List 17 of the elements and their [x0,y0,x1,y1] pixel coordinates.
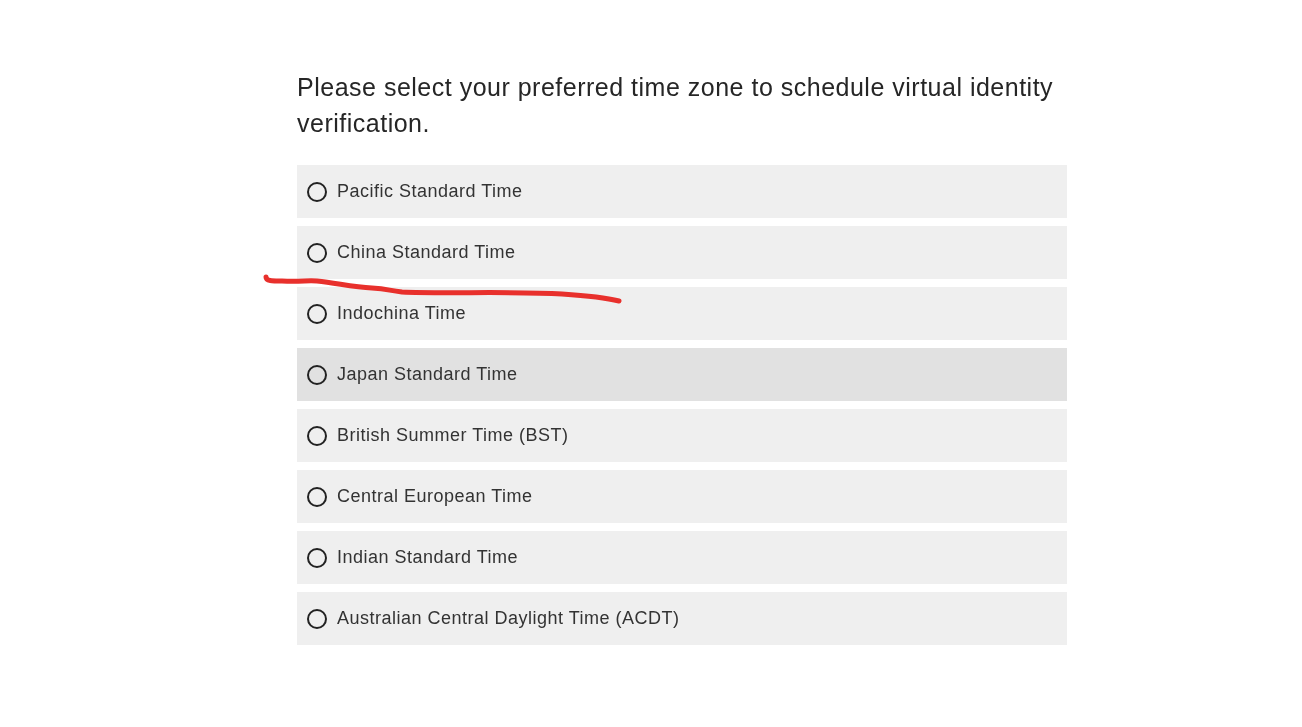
question-text: Please select your preferred time zone to schedule virtual identity verification. [297,72,1055,139]
radio-icon[interactable] [307,364,327,385]
radio-icon[interactable] [307,425,327,446]
radio-option[interactable]: Indian Standard Time [297,531,1067,584]
radio-option[interactable]: China Standard Time [297,226,1067,279]
radio-option[interactable]: Japan Standard Time [297,348,1067,401]
radio-icon[interactable] [307,181,327,202]
radio-option[interactable]: British Summer Time (BST) [297,409,1067,462]
radio-icon[interactable] [307,608,327,629]
radio-icon[interactable] [307,486,327,507]
radio-option[interactable]: Indochina Time [297,287,1067,340]
radio-option[interactable]: Pacific Standard Time [297,165,1067,218]
radio-option[interactable]: Australian Central Daylight Time (ACDT) [297,592,1067,645]
radio-option[interactable]: Central European Time [297,470,1067,523]
radio-icon[interactable] [307,547,327,568]
radio-icon[interactable] [307,303,327,324]
radio-icon[interactable] [307,242,327,263]
